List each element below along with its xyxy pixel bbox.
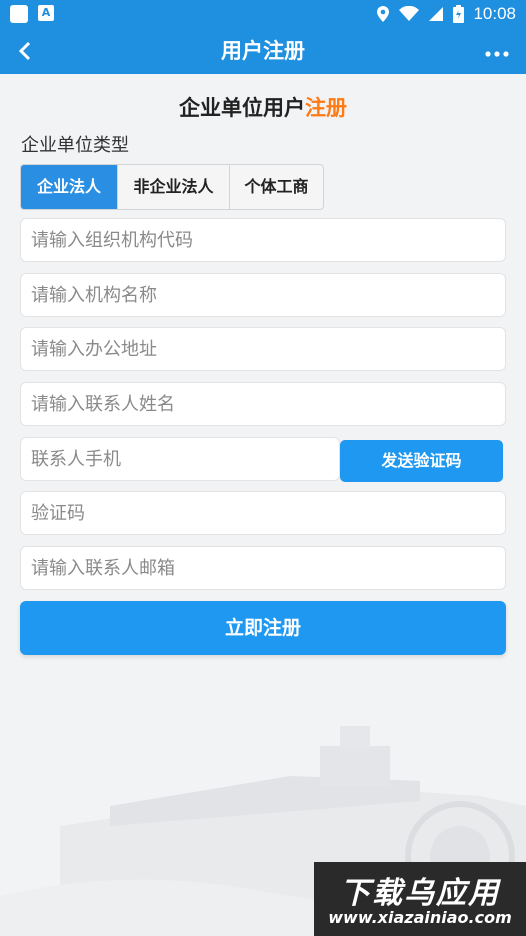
form-heading-accent: 注册: [305, 96, 347, 120]
watermark-url: www.xiazainiao.com: [328, 908, 512, 927]
form-heading: 企业单位用户注册: [0, 92, 526, 122]
notification-a-icon: A: [38, 5, 54, 21]
send-code-button[interactable]: 发送验证码: [340, 440, 503, 482]
org-code-input[interactable]: [20, 218, 506, 262]
contact-email-input[interactable]: [20, 546, 506, 590]
battery-icon: [453, 5, 465, 23]
org-name-input[interactable]: [20, 273, 506, 317]
register-button[interactable]: 立即注册: [20, 601, 506, 655]
type-option-non-enterprise-legal[interactable]: 非企业法人: [118, 165, 230, 209]
verification-code-input[interactable]: [20, 491, 506, 535]
location-icon: [377, 6, 390, 22]
unit-type-segmented-control: 企业法人 非企业法人 个体工商: [20, 164, 324, 210]
watermark-logo: 下载乌应用 www.xiazainiao.com: [314, 862, 526, 936]
contact-phone-input[interactable]: [20, 437, 340, 481]
contact-name-input[interactable]: [20, 382, 506, 426]
watermark-title: 下载乌应用: [340, 876, 500, 911]
wifi-icon: [399, 6, 420, 21]
type-option-individual-business[interactable]: 个体工商: [230, 165, 323, 209]
signal-icon: [429, 7, 444, 21]
unit-type-label: 企业单位类型: [21, 135, 129, 156]
clock: 10:08: [473, 4, 516, 23]
notification-icon: [10, 5, 28, 23]
page-title: 用户注册: [221, 39, 305, 63]
office-address-input[interactable]: [20, 327, 506, 371]
form-heading-main: 企业单位用户: [179, 96, 305, 120]
more-dots-icon: [485, 51, 509, 57]
app-bar: 用户注册: [0, 28, 526, 74]
more-button[interactable]: [482, 36, 512, 66]
type-option-enterprise-legal[interactable]: 企业法人: [21, 165, 118, 209]
status-bar: A 10:08: [0, 0, 526, 28]
